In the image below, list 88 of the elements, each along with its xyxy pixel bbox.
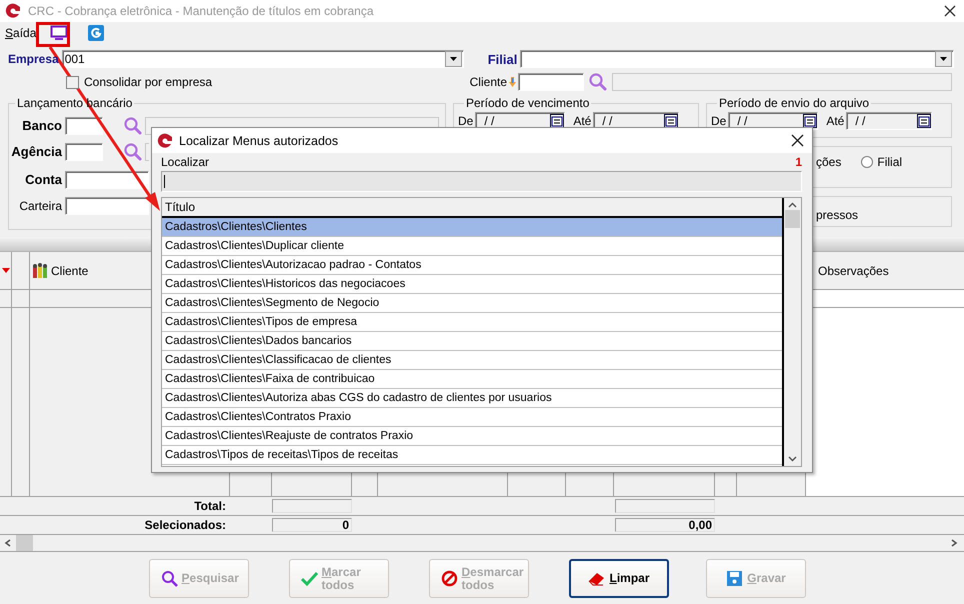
group-title: Período de vencimento — [465, 96, 590, 110]
column-header[interactable]: Cliente — [51, 264, 88, 278]
search-icon[interactable] — [123, 142, 143, 162]
calendar-icon[interactable] — [664, 114, 678, 128]
search-icon[interactable] — [123, 116, 143, 136]
sort-indicator-icon — [2, 268, 10, 273]
close-icon[interactable] — [944, 5, 956, 17]
list-item[interactable]: Cadastros\Clientes\Autoriza abas CGS do cadastro de clientes por usuarios — [162, 389, 782, 408]
option-label: pressos — [816, 208, 858, 222]
field-label: Localizar — [161, 155, 210, 169]
list-item[interactable]: Cadastros\Clientes\Tipos de empresa — [162, 313, 782, 332]
field-label: Carteira — [18, 198, 62, 212]
calendar-icon[interactable] — [917, 114, 932, 128]
list-item[interactable]: Cadastros\Clientes\Segmento de Negocio — [162, 294, 782, 313]
total-value: 0 — [272, 518, 352, 532]
menu-item[interactable]: Saída — [5, 26, 46, 40]
prohibited-icon — [440, 570, 458, 587]
dialog-title: Localizar Menus autorizados — [179, 134, 338, 148]
calendar-icon[interactable] — [803, 114, 818, 128]
filial-dropdown[interactable] — [520, 50, 954, 68]
logo-icon — [156, 132, 174, 150]
date-field[interactable]: / / — [846, 112, 932, 130]
scroll-left-icon[interactable] — [4, 539, 12, 547]
option-label: ções — [816, 155, 842, 169]
list-item[interactable]: Cadastros\Tipos de receitas\Tipos de receitas — [162, 446, 782, 465]
text-field[interactable] — [65, 196, 149, 214]
list-item[interactable]: Cadastros\Clientes\Contratos Praxio — [162, 408, 782, 427]
horizontal-scrollbar[interactable] — [0, 535, 964, 552]
app-logo-icon[interactable] — [88, 25, 104, 41]
list-item[interactable]: Cadastros\Clientes\Classificacao de clientes — [162, 351, 782, 370]
list-item[interactable]: Cadastros\Clientes\Duplicar cliente — [162, 237, 782, 256]
text-field[interactable] — [65, 170, 149, 188]
text-field[interactable] — [65, 116, 103, 134]
total-value: 0,00 — [615, 518, 715, 532]
action-button[interactable]: Limpar — [569, 559, 669, 598]
field-label: Conta — [24, 172, 62, 187]
field-label: Cliente — [470, 75, 507, 89]
list-item[interactable]: Cadastros\Clientes\Faixa de contribuicao — [162, 370, 782, 389]
checkbox[interactable] — [66, 76, 79, 88]
cliente-field[interactable] — [518, 73, 584, 91]
list-item[interactable]: Cadastros\Clientes\Dados bancarios — [162, 332, 782, 351]
empresa-dropdown[interactable]: 001 — [62, 50, 464, 68]
scroll-down-icon[interactable] — [788, 456, 797, 462]
scrollbar-thumb[interactable] — [785, 210, 800, 228]
list-item[interactable]: Cadastros\Clientes\Autorizacao padrao - Contatos — [162, 256, 782, 275]
highlight-frame — [36, 22, 70, 47]
column-header[interactable]: Título — [162, 198, 782, 218]
dropdown-arrow-icon — [940, 57, 947, 61]
total-label: Total: — [0, 499, 230, 513]
vertical-scrollbar[interactable] — [784, 198, 801, 466]
search-icon — [160, 570, 178, 587]
scroll-right-icon[interactable] — [950, 539, 958, 547]
window-title: CRC - Cobrança eletrônica - Manutenção de títulos em cobrança — [28, 4, 374, 18]
column-header[interactable]: Observações — [818, 264, 889, 278]
date-value: / / — [601, 114, 614, 128]
people-icon — [32, 262, 48, 278]
calendar-icon[interactable] — [550, 114, 564, 128]
field-label: Agência — [10, 144, 62, 159]
text-field[interactable] — [65, 142, 103, 160]
date-value: / / — [736, 114, 748, 128]
date-value: / / — [483, 114, 496, 128]
monitor-icon[interactable] — [50, 25, 68, 41]
search-field[interactable] — [161, 171, 802, 192]
field-label: Até — [573, 114, 592, 128]
group-title: Período de envio do arquivo — [718, 96, 870, 110]
list-item[interactable]: Cadastros\Clientes\Historicos das negociacoes — [162, 275, 782, 294]
field-label: Até — [826, 114, 844, 128]
scroll-up-icon[interactable] — [788, 202, 797, 208]
eraser-icon — [588, 570, 606, 587]
arrow-down-icon — [509, 77, 516, 87]
field-label: De — [458, 114, 474, 128]
radio-button[interactable] — [861, 156, 874, 168]
checkmark-icon — [300, 570, 318, 587]
checkbox-label: Consolidar por empresa — [84, 75, 212, 89]
list-item[interactable]: Cadastros\Clientes\Clientes — [162, 218, 782, 237]
list-item[interactable]: Cadastros\Clientes\Reajuste de contratos Praxio — [162, 427, 782, 446]
dropdown-arrow-icon — [450, 57, 457, 61]
result-count: 1 — [795, 155, 802, 169]
scrollbar-thumb[interactable] — [16, 535, 33, 551]
close-icon[interactable] — [791, 134, 804, 147]
field-label: Filial — [488, 52, 518, 66]
field-label: Banco — [21, 118, 62, 133]
dropdown-value: 001 — [64, 52, 85, 66]
readonly-field — [145, 142, 149, 160]
search-icon[interactable] — [588, 72, 608, 92]
field-label: De — [711, 114, 726, 128]
radio-label: Filial — [877, 155, 902, 169]
date-value: / / — [854, 114, 866, 128]
